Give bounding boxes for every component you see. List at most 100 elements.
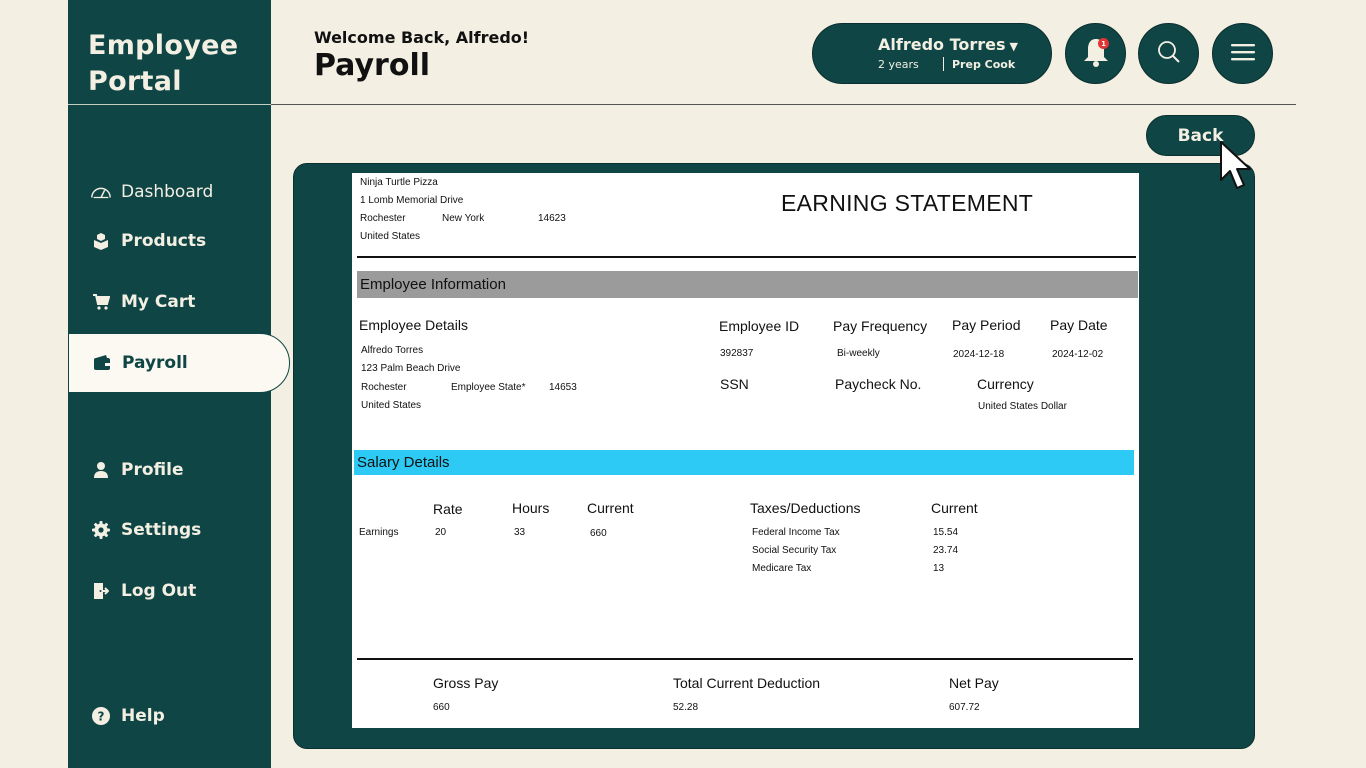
sidebar-item-label: Products bbox=[121, 231, 207, 251]
logo-line-1: Employee bbox=[88, 30, 239, 61]
app-frame: Employee Portal Dashboard Products My Ca… bbox=[68, 0, 1296, 768]
gauge-icon bbox=[90, 183, 112, 201]
deduction-amount: 13 bbox=[933, 563, 945, 574]
pay-period-value: 2024-12-18 bbox=[953, 349, 1005, 360]
pay-date-label: Pay Date bbox=[1050, 317, 1108, 333]
box-icon bbox=[90, 232, 112, 250]
sidebar-item-label: Dashboard bbox=[121, 182, 214, 202]
employee-city: Rochester bbox=[361, 382, 407, 393]
divider bbox=[68, 104, 271, 105]
notifications-button[interactable]: 1 bbox=[1065, 23, 1126, 84]
paycheck-no-label: Paycheck No. bbox=[835, 376, 922, 392]
net-pay-value: 607.72 bbox=[949, 702, 980, 713]
earnings-rate: 20 bbox=[435, 527, 447, 538]
divider bbox=[357, 256, 1136, 258]
hours-column-header: Hours bbox=[512, 500, 550, 516]
app-logo[interactable]: Employee Portal bbox=[88, 28, 238, 100]
wallet-icon bbox=[91, 355, 113, 371]
divider bbox=[357, 658, 1133, 660]
ssn-label: SSN bbox=[720, 376, 749, 392]
user-icon bbox=[90, 461, 112, 479]
net-pay-label: Net Pay bbox=[949, 675, 999, 691]
search-button[interactable] bbox=[1138, 23, 1199, 84]
sidebar-item-label: Help bbox=[121, 706, 165, 726]
gear-icon bbox=[90, 521, 112, 539]
section-title: Salary Details bbox=[357, 454, 450, 471]
user-tenure: 2 years bbox=[878, 58, 919, 71]
deduction-current-column-header: Current bbox=[931, 500, 978, 516]
section-title: Employee Information bbox=[360, 276, 506, 293]
pay-date-value: 2024-12-02 bbox=[1052, 349, 1104, 360]
sidebar-item-products[interactable]: Products bbox=[68, 221, 271, 261]
sidebar-item-label: Log Out bbox=[121, 581, 197, 601]
employee-id-value: 392837 bbox=[720, 348, 754, 359]
company-name: Ninja Turtle Pizza bbox=[360, 177, 438, 188]
sidebar-item-cart[interactable]: My Cart bbox=[68, 282, 271, 322]
sidebar-item-label: Settings bbox=[121, 520, 202, 540]
user-name: Alfredo Torres bbox=[878, 35, 1006, 54]
gross-pay-value: 660 bbox=[433, 702, 450, 713]
sidebar-item-settings[interactable]: Settings bbox=[68, 510, 271, 550]
welcome-message: Welcome Back, Alfredo! bbox=[314, 28, 530, 47]
sidebar: Employee Portal Dashboard Products My Ca… bbox=[68, 0, 290, 768]
employee-id-label: Employee ID bbox=[719, 318, 800, 334]
sidebar-item-label: Payroll bbox=[122, 353, 188, 373]
rate-column-header: Rate bbox=[433, 501, 463, 517]
logo-line-2: Portal bbox=[88, 66, 182, 97]
statement-title: EARNING STATEMENT bbox=[781, 190, 1034, 216]
page-title: Payroll bbox=[314, 48, 431, 83]
gross-pay-label: Gross Pay bbox=[433, 675, 499, 691]
deduction-amount: 23.74 bbox=[933, 545, 959, 556]
menu-button[interactable] bbox=[1212, 23, 1273, 84]
top-header: Welcome Back, Alfredo! Payroll Alfredo T… bbox=[271, 0, 1296, 105]
statement-card: Ninja Turtle Pizza 1 Lomb Memorial Drive… bbox=[293, 163, 1255, 749]
currency-label: Currency bbox=[977, 376, 1034, 392]
taxes-column-header: Taxes/Deductions bbox=[750, 500, 861, 516]
search-icon bbox=[1157, 40, 1181, 68]
cart-icon bbox=[90, 293, 112, 311]
mouse-cursor-icon bbox=[1219, 140, 1255, 198]
total-deduction-value: 52.28 bbox=[673, 702, 699, 713]
employee-street: 123 Palm Beach Drive bbox=[361, 363, 461, 374]
sidebar-item-label: My Cart bbox=[121, 292, 196, 312]
sidebar-item-payroll[interactable]: Payroll bbox=[68, 333, 290, 393]
user-role: Prep Cook bbox=[952, 58, 1016, 71]
employee-country: United States bbox=[361, 400, 422, 411]
caret-down-icon: ▼ bbox=[1009, 40, 1018, 53]
logout-icon bbox=[90, 582, 112, 600]
company-city: Rochester bbox=[360, 213, 406, 224]
user-menu[interactable]: Alfredo Torres ▼ 2 years Prep Cook bbox=[812, 23, 1052, 84]
deduction-name: Social Security Tax bbox=[752, 545, 837, 556]
help-icon: ? bbox=[90, 707, 112, 725]
sidebar-item-label: Profile bbox=[121, 460, 184, 480]
employee-zip: 14653 bbox=[549, 382, 577, 393]
earnings-current: 660 bbox=[590, 528, 607, 539]
sidebar-item-dashboard[interactable]: Dashboard bbox=[68, 172, 271, 212]
deduction-name: Medicare Tax bbox=[752, 563, 812, 574]
pay-frequency-value: Bi-weekly bbox=[837, 348, 880, 359]
deduction-name: Federal Income Tax bbox=[752, 527, 840, 538]
employee-state: Employee State* bbox=[451, 382, 526, 393]
divider bbox=[943, 57, 944, 71]
hamburger-icon bbox=[1230, 42, 1256, 66]
svg-text:?: ? bbox=[98, 710, 105, 724]
company-zip: 14623 bbox=[538, 213, 566, 224]
earning-statement: Ninja Turtle Pizza 1 Lomb Memorial Drive… bbox=[352, 173, 1139, 728]
currency-value: United States Dollar bbox=[978, 401, 1067, 412]
employee-details-label: Employee Details bbox=[359, 317, 468, 333]
deduction-amount: 15.54 bbox=[933, 527, 959, 538]
pay-frequency-label: Pay Frequency bbox=[833, 318, 928, 334]
notification-badge: 1 bbox=[1098, 38, 1109, 49]
company-street: 1 Lomb Memorial Drive bbox=[360, 195, 464, 206]
employee-name: Alfredo Torres bbox=[361, 345, 424, 356]
user-name-row: Alfredo Torres ▼ bbox=[878, 35, 1018, 54]
salary-details-header: Salary Details bbox=[354, 450, 1134, 475]
employee-info-header: Employee Information bbox=[357, 271, 1138, 298]
sidebar-item-profile[interactable]: Profile bbox=[68, 450, 271, 490]
sidebar-item-help[interactable]: ? Help bbox=[68, 696, 271, 736]
company-country: United States bbox=[360, 231, 421, 242]
sidebar-item-logout[interactable]: Log Out bbox=[68, 571, 271, 611]
earnings-row-label: Earnings bbox=[359, 527, 399, 538]
earnings-hours: 33 bbox=[514, 527, 526, 538]
total-deduction-label: Total Current Deduction bbox=[673, 675, 821, 691]
